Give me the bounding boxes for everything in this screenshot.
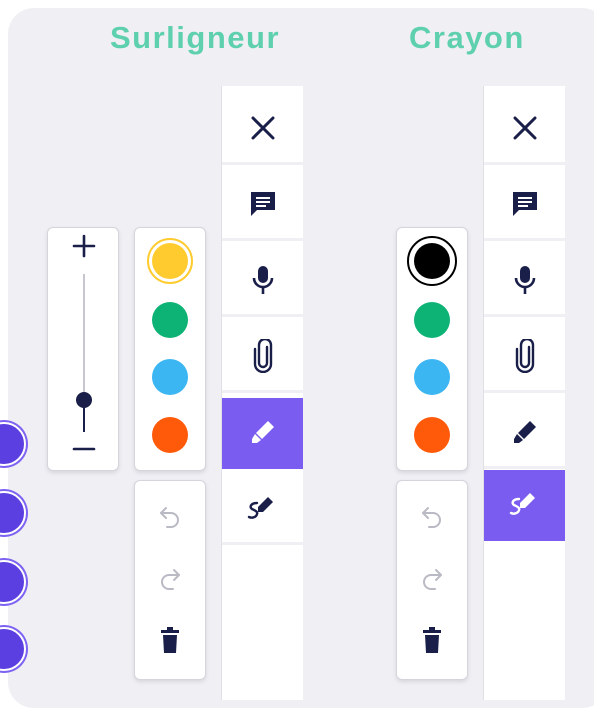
- paperclip-icon: [253, 339, 272, 373]
- swatch-blue[interactable]: [152, 359, 188, 395]
- trash-icon[interactable]: [135, 627, 205, 653]
- pen-color-palette: [396, 227, 468, 471]
- size-slider[interactable]: [47, 227, 119, 471]
- redo-icon[interactable]: [135, 565, 205, 591]
- pen-icon: [509, 493, 535, 515]
- comment-icon: [512, 192, 537, 216]
- swatch-black[interactable]: [414, 243, 450, 279]
- plus-icon[interactable]: [70, 232, 98, 266]
- microphone-icon: [514, 266, 535, 294]
- attach-button[interactable]: [222, 322, 303, 393]
- highlighter-tool-button[interactable]: [484, 398, 565, 469]
- microphone-icon: [252, 266, 273, 294]
- title-pen: Crayon: [409, 20, 525, 55]
- history-controls: [134, 480, 206, 680]
- pen-history-controls: [396, 480, 468, 680]
- title-highlighter: Surligneur: [110, 20, 281, 55]
- swatch-green[interactable]: [152, 302, 188, 338]
- microphone-button[interactable]: [222, 246, 303, 317]
- highlighter-tool-button[interactable]: [222, 398, 303, 469]
- minus-icon[interactable]: [70, 441, 98, 462]
- swatch-green[interactable]: [414, 302, 450, 338]
- highlighter-icon: [251, 421, 274, 443]
- close-button[interactable]: [222, 94, 303, 165]
- swatch-orange[interactable]: [152, 417, 188, 453]
- undo-icon[interactable]: [397, 503, 467, 529]
- toolbar-pen: [483, 86, 565, 700]
- undo-icon[interactable]: [135, 503, 205, 529]
- slider-thumb[interactable]: [76, 392, 92, 408]
- highlighter-icon: [513, 421, 536, 443]
- pen-tool-button[interactable]: [484, 470, 565, 541]
- attach-button[interactable]: [484, 322, 565, 393]
- paperclip-icon: [515, 339, 534, 373]
- pen-icon: [247, 497, 273, 519]
- pen-tool-button[interactable]: [222, 474, 303, 545]
- close-icon: [513, 116, 536, 140]
- swatch-orange[interactable]: [414, 417, 450, 453]
- color-palette: [134, 227, 206, 471]
- comment-icon: [250, 192, 275, 216]
- comment-button[interactable]: [484, 170, 565, 241]
- swatch-blue[interactable]: [414, 359, 450, 395]
- close-button[interactable]: [484, 94, 565, 165]
- toolbar-highlighter: [221, 86, 303, 700]
- swatch-yellow[interactable]: [152, 243, 188, 279]
- microphone-button[interactable]: [484, 246, 565, 317]
- trash-icon[interactable]: [397, 627, 467, 653]
- redo-icon[interactable]: [397, 565, 467, 591]
- close-icon: [251, 116, 274, 140]
- comment-button[interactable]: [222, 170, 303, 241]
